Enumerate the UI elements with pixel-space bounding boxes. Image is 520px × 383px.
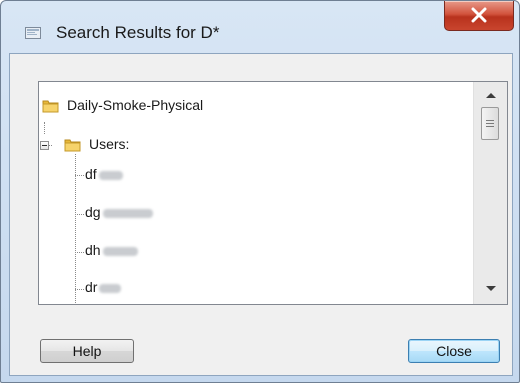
- help-button[interactable]: Help: [40, 339, 134, 363]
- close-icon: [471, 7, 487, 23]
- results-tree[interactable]: Daily-Smoke-Physical Users: df dg dh dr: [38, 81, 508, 305]
- user-name-prefix: dh: [85, 242, 101, 258]
- dialog-body: Daily-Smoke-Physical Users: df dg dh dr …: [9, 53, 513, 376]
- arrow-up-icon: [486, 93, 496, 98]
- tree-node-label: Daily-Smoke-Physical: [67, 97, 204, 113]
- tree-node-root[interactable]: Daily-Smoke-Physical: [42, 96, 262, 116]
- close-button[interactable]: Close: [408, 339, 500, 363]
- user-name-prefix: df: [85, 166, 97, 182]
- arrow-down-icon: [486, 286, 496, 291]
- folder-icon: [42, 99, 59, 113]
- user-name-prefix: dr: [85, 279, 98, 295]
- scroll-up-button[interactable]: [474, 86, 507, 104]
- search-results-dialog: Search Results for D* Daily-Smoke-Physic…: [0, 0, 520, 383]
- tree-node-users[interactable]: Users:: [54, 135, 174, 155]
- window-title: Search Results for D*: [56, 23, 220, 42]
- tree-node-user[interactable]: dg: [85, 204, 225, 224]
- tree-node-user[interactable]: dh: [85, 242, 205, 262]
- window-close-button[interactable]: [444, 1, 514, 31]
- folder-icon: [64, 138, 81, 152]
- scroll-thumb[interactable]: [481, 107, 499, 140]
- redacted-text: [102, 246, 138, 256]
- tree-guide-line: [75, 214, 84, 215]
- tree-content: Daily-Smoke-Physical Users: df dg dh dr: [39, 82, 473, 304]
- collapse-toggle[interactable]: [40, 141, 49, 150]
- scroll-down-button[interactable]: [474, 280, 507, 298]
- user-name-prefix: dg: [85, 204, 101, 220]
- vertical-scrollbar[interactable]: [473, 82, 507, 304]
- redacted-text: [98, 170, 123, 180]
- tree-node-user[interactable]: df: [85, 166, 205, 186]
- redacted-text: [102, 208, 153, 218]
- tree-guide-line: [44, 122, 45, 134]
- window-app-icon: [25, 26, 41, 40]
- redacted-text: [99, 283, 122, 293]
- tree-guide-line: [75, 175, 84, 176]
- tree-node-label: Users:: [89, 136, 130, 152]
- tree-guide-line: [75, 289, 84, 290]
- tree-guide-line: [75, 154, 76, 304]
- tree-node-user[interactable]: dr: [85, 279, 205, 299]
- tree-guide-line: [75, 252, 84, 253]
